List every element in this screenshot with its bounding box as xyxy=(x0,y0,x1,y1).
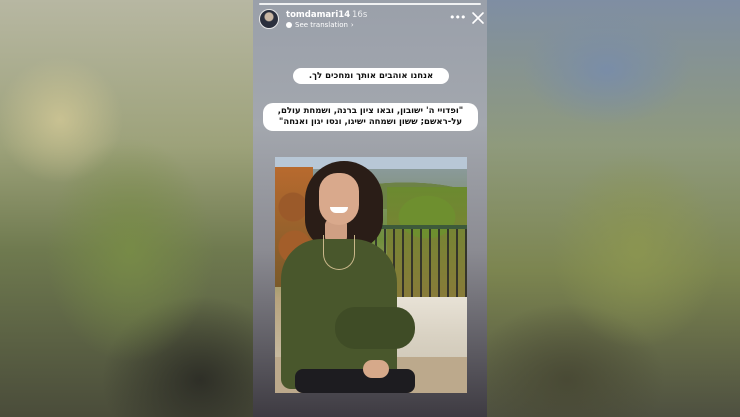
blurred-background-right xyxy=(487,0,740,417)
see-translation-link[interactable]: See translation › xyxy=(286,21,354,29)
photo-person-arm xyxy=(335,307,415,349)
story-progress-bar xyxy=(259,3,481,5)
chevron-right-icon: › xyxy=(350,21,354,29)
see-translation-label: See translation xyxy=(295,21,348,29)
quote-line: על-ראשם; ששון ושמחה ישיגו, ונסו יגון ואנ… xyxy=(278,116,463,127)
close-icon[interactable] xyxy=(471,11,485,25)
more-icon[interactable]: ••• xyxy=(449,11,466,24)
avatar[interactable] xyxy=(259,9,279,29)
blurred-background-left xyxy=(0,0,253,417)
photo-person-necklace xyxy=(323,235,355,270)
photo-person-pants xyxy=(295,369,415,393)
story-header: tomdamari14 16s See translation › ••• xyxy=(259,9,484,31)
quote-line: "ופדויי ה' ישובון, ובאו ציון ברנה, ושמחת… xyxy=(277,106,464,116)
post-time: 16s xyxy=(352,10,368,20)
story-quote-text: "ופדויי ה' ישובון, ובאו ציון ברנה, ושמחת… xyxy=(263,103,478,131)
story-panel[interactable]: tomdamari14 16s See translation › ••• אנ… xyxy=(253,0,487,417)
username[interactable]: tomdamari14 xyxy=(286,10,350,20)
story-photo xyxy=(275,157,467,393)
photo-person-face xyxy=(319,173,359,225)
story-text-message: אנחנו אוהבים אותך ומחכים לך. xyxy=(293,68,449,84)
photo-person-hand xyxy=(363,360,389,378)
globe-icon xyxy=(286,22,292,28)
